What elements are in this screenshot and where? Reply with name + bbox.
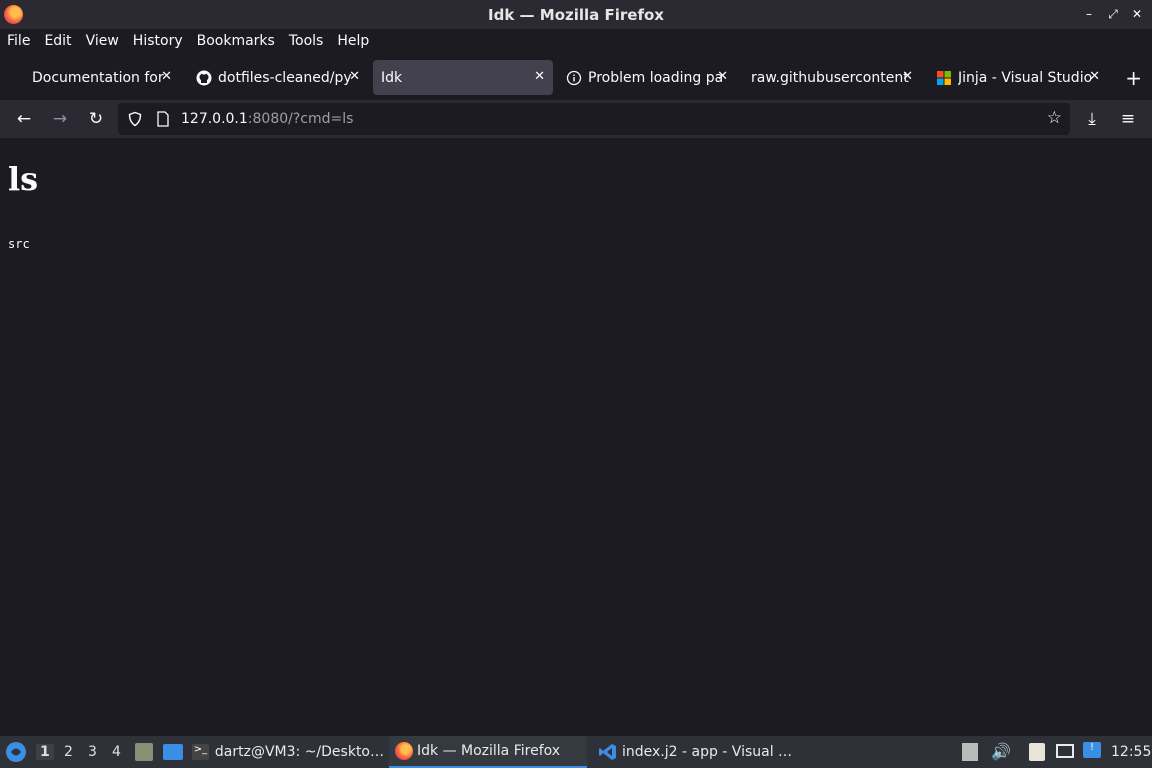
network-icon[interactable] bbox=[1056, 744, 1074, 758]
firefox-icon bbox=[395, 742, 413, 760]
tab-documentation[interactable]: Documentation for ✕ bbox=[24, 60, 180, 95]
notification-icon[interactable]: ! bbox=[1083, 742, 1101, 758]
bookmark-star-icon[interactable]: ☆ bbox=[1047, 108, 1062, 128]
menu-view[interactable]: View bbox=[86, 33, 119, 49]
tab-title: Idk bbox=[381, 69, 403, 86]
clipboard-icon[interactable] bbox=[1029, 743, 1045, 761]
url-host: 127.0.0.1 bbox=[181, 111, 248, 127]
close-tab-icon[interactable]: ✕ bbox=[1089, 69, 1100, 84]
menu-file[interactable]: File bbox=[7, 33, 30, 49]
vscode-icon bbox=[599, 744, 616, 760]
forward-icon[interactable]: → bbox=[49, 108, 71, 130]
back-icon[interactable]: ← bbox=[13, 108, 35, 130]
tab-jinja-vscode[interactable]: Jinja - Visual Studio ✕ bbox=[928, 60, 1108, 95]
tab-title: Problem loading pa bbox=[588, 69, 724, 86]
tab-title: Documentation for bbox=[32, 69, 164, 86]
volume-icon[interactable]: 🔊 bbox=[991, 742, 1011, 761]
clock[interactable]: 12:55 bbox=[1111, 744, 1151, 760]
task-label: dartz@VM3: ~/Deskto… bbox=[214, 744, 384, 760]
tab-dotfiles[interactable]: dotfiles-cleaned/py ✕ bbox=[188, 60, 368, 95]
workspace-3[interactable]: 3 bbox=[88, 744, 97, 760]
window-controls: – ⤢ ✕ bbox=[1080, 4, 1146, 24]
close-tab-icon[interactable]: ✕ bbox=[161, 69, 172, 84]
url-text[interactable]: 127.0.0.1:8080/?cmd=ls bbox=[181, 111, 353, 127]
close-tab-icon[interactable]: ✕ bbox=[717, 69, 728, 84]
navigation-bar: ← → ↻ 127.0.0.1:8080/?cmd=ls ☆ ⤓ ≡ bbox=[0, 100, 1152, 138]
shield-icon[interactable] bbox=[127, 111, 143, 127]
task-label: Idk — Mozilla Firefox bbox=[417, 743, 561, 759]
menu-history[interactable]: History bbox=[133, 33, 183, 49]
firefox-icon bbox=[4, 5, 23, 24]
terminal-icon: >_ bbox=[192, 744, 209, 760]
command-output: src bbox=[8, 237, 30, 251]
menu-help[interactable]: Help bbox=[337, 33, 369, 49]
close-icon[interactable]: ✕ bbox=[1128, 4, 1146, 24]
tab-bar: Documentation for ✕ dotfiles-cleaned/py … bbox=[0, 56, 1152, 98]
tab-problem-loading[interactable]: Problem loading pa ✕ bbox=[558, 60, 736, 95]
window-titlebar: Idk — Mozilla Firefox – ⤢ ✕ bbox=[0, 0, 1152, 29]
task-terminal[interactable]: >_ dartz@VM3: ~/Deskto… bbox=[192, 736, 384, 768]
menu-edit[interactable]: Edit bbox=[44, 33, 71, 49]
tab-title: raw.githubusercontent bbox=[751, 69, 909, 86]
minimize-icon[interactable]: – bbox=[1080, 4, 1098, 24]
reload-icon[interactable]: ↻ bbox=[85, 108, 107, 130]
tray-up-icon[interactable] bbox=[962, 743, 978, 761]
maximize-icon[interactable]: ⤢ bbox=[1104, 4, 1122, 24]
github-icon bbox=[196, 70, 212, 85]
file-manager-icon[interactable] bbox=[135, 743, 153, 761]
page-heading: ls bbox=[8, 160, 39, 198]
url-bar[interactable]: 127.0.0.1:8080/?cmd=ls ☆ bbox=[118, 103, 1070, 135]
task-firefox[interactable]: Idk — Mozilla Firefox bbox=[389, 736, 587, 768]
menu-tools[interactable]: Tools bbox=[289, 33, 324, 49]
task-label: index.j2 - app - Visual … bbox=[622, 744, 793, 760]
window-title: Idk — Mozilla Firefox bbox=[488, 5, 664, 24]
desktop-icon[interactable] bbox=[163, 744, 183, 760]
info-icon bbox=[566, 70, 582, 85]
workspace-4[interactable]: 4 bbox=[112, 744, 121, 760]
close-tab-icon[interactable]: ✕ bbox=[902, 69, 913, 84]
tab-raw-github[interactable]: raw.githubusercontent ✕ bbox=[743, 60, 921, 95]
hamburger-menu-icon[interactable]: ≡ bbox=[1117, 108, 1139, 130]
microsoft-icon bbox=[937, 70, 951, 85]
tab-title: dotfiles-cleaned/py bbox=[218, 69, 352, 86]
task-vscode[interactable]: index.j2 - app - Visual … bbox=[594, 736, 794, 768]
taskbar: 1 2 3 4 >_ dartz@VM3: ~/Deskto… Idk — Mo… bbox=[0, 736, 1152, 768]
page-content: ls src bbox=[0, 140, 1152, 736]
workspace-2[interactable]: 2 bbox=[64, 744, 73, 760]
new-tab-icon[interactable]: + bbox=[1125, 66, 1142, 90]
page-icon[interactable] bbox=[156, 111, 170, 127]
start-menu-icon[interactable] bbox=[5, 741, 27, 763]
menu-bookmarks[interactable]: Bookmarks bbox=[197, 33, 275, 49]
tab-idk[interactable]: Idk ✕ bbox=[373, 60, 553, 95]
tab-title: Jinja - Visual Studio bbox=[958, 69, 1093, 86]
menu-bar: File Edit View History Bookmarks Tools H… bbox=[0, 29, 1152, 53]
close-tab-icon[interactable]: ✕ bbox=[534, 69, 545, 84]
close-tab-icon[interactable]: ✕ bbox=[349, 69, 360, 84]
url-path: :8080/?cmd=ls bbox=[247, 111, 354, 127]
download-icon[interactable]: ⤓ bbox=[1081, 108, 1103, 130]
workspace-1[interactable]: 1 bbox=[36, 744, 54, 760]
